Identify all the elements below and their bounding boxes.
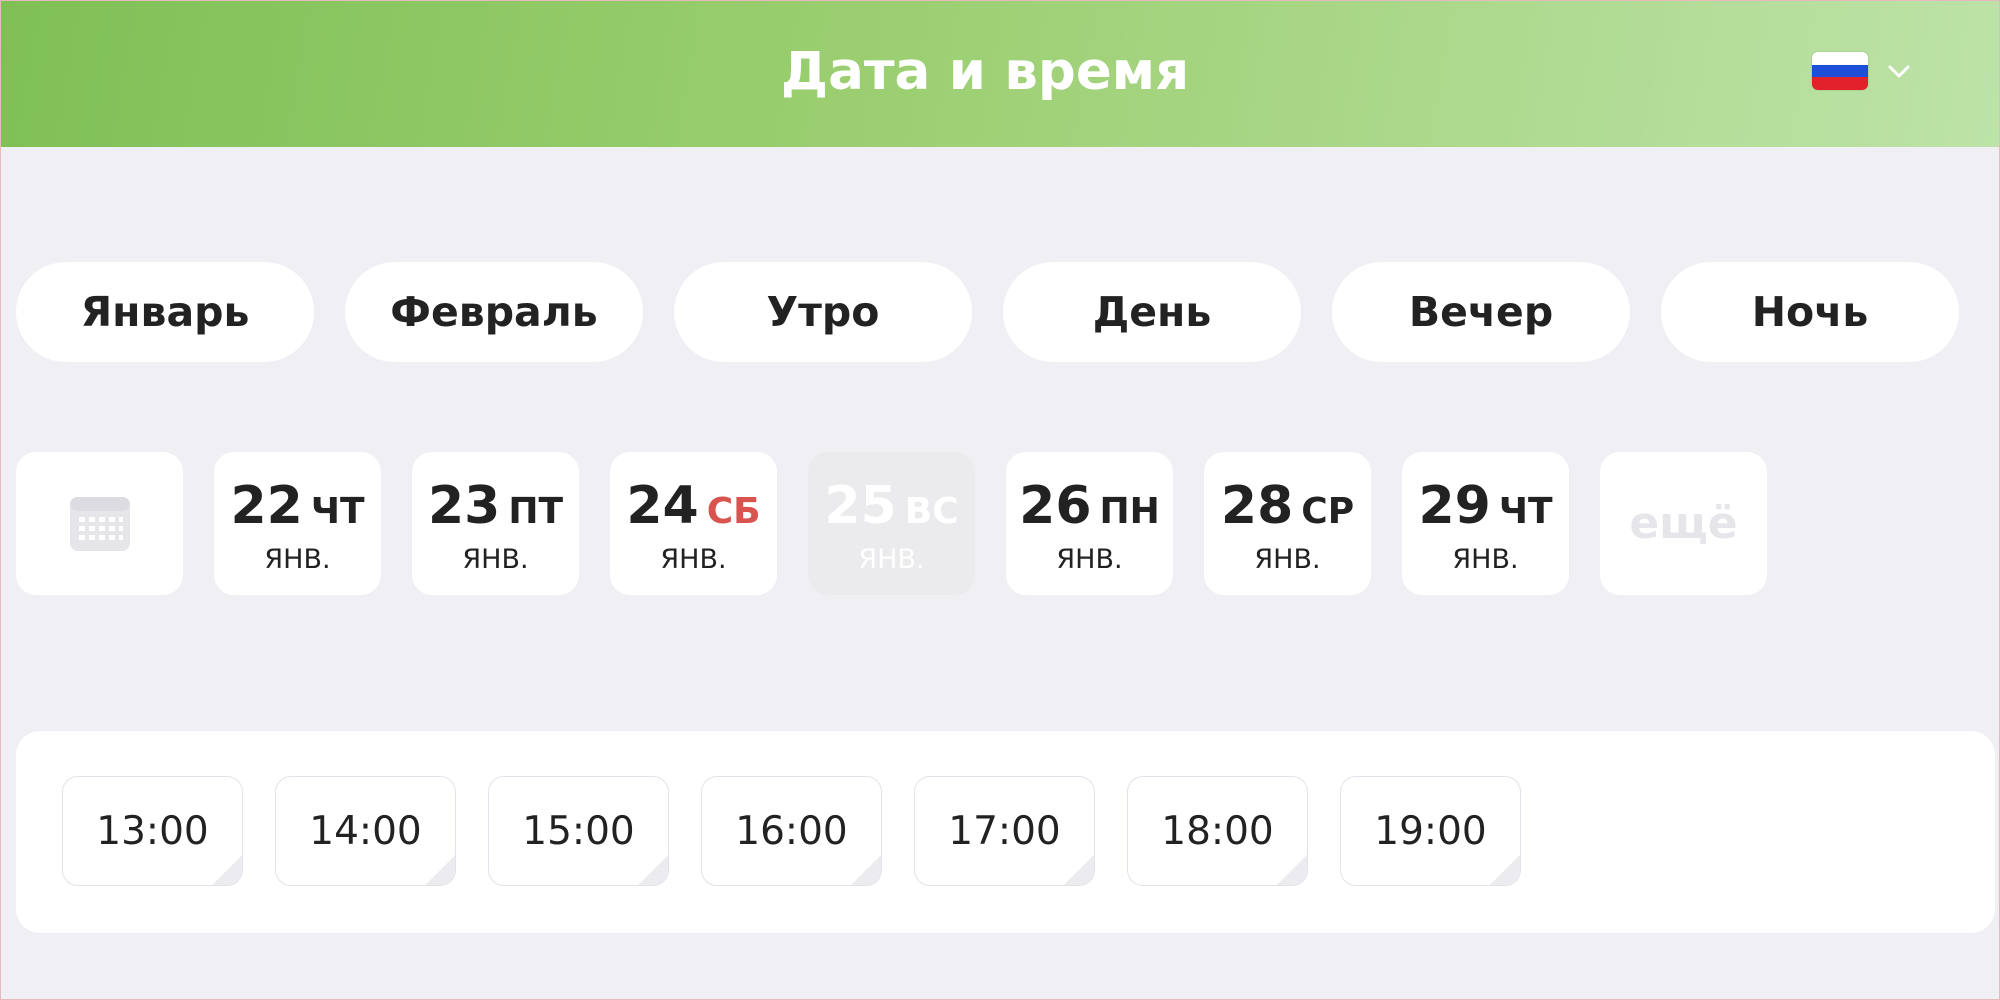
- time-slot-1600[interactable]: 16:00: [701, 776, 882, 886]
- time-slot-label: 18:00: [1161, 808, 1274, 854]
- date-day: 26: [1019, 476, 1092, 536]
- date-card-28[interactable]: 28 СР ЯНВ.: [1204, 452, 1371, 595]
- slot-corner-fold: [1490, 855, 1520, 885]
- time-slots-panel: 13:00 14:00 15:00 16:00 17:00 18:00 19:0…: [16, 731, 1995, 933]
- date-day: 28: [1220, 476, 1294, 536]
- time-slot-1800[interactable]: 18:00: [1127, 776, 1308, 886]
- date-day: 29: [1418, 476, 1491, 536]
- date-month: ЯНВ.: [462, 544, 529, 575]
- filter-night[interactable]: Ночь: [1661, 262, 1959, 362]
- time-slot-1300[interactable]: 13:00: [62, 776, 243, 886]
- date-weekday: ЧТ: [1498, 491, 1553, 532]
- language-selector[interactable]: [1812, 48, 1922, 94]
- date-card-29[interactable]: 29 ЧТ ЯНВ.: [1402, 452, 1569, 595]
- time-slot-label: 13:00: [96, 808, 209, 854]
- date-card-23[interactable]: 23 ПТ ЯНВ.: [412, 452, 579, 595]
- slot-corner-fold: [212, 855, 242, 885]
- calendar-button[interactable]: [16, 452, 183, 595]
- time-slot-1900[interactable]: 19:00: [1340, 776, 1521, 886]
- time-slot-label: 15:00: [522, 808, 635, 854]
- date-weekday: ПН: [1099, 491, 1160, 532]
- filter-evening[interactable]: Вечер: [1332, 262, 1630, 362]
- filter-pills: Январь Февраль Утро День Вечер Ночь: [16, 262, 1959, 362]
- filter-january[interactable]: Январь: [16, 262, 314, 362]
- date-card-26[interactable]: 26 ПН ЯНВ.: [1006, 452, 1173, 595]
- date-weekday: СБ: [706, 491, 761, 532]
- date-card-22[interactable]: 22 ЧТ ЯНВ.: [214, 452, 381, 595]
- date-month: ЯНВ.: [1254, 544, 1321, 575]
- time-slot-label: 14:00: [309, 808, 422, 854]
- time-slot-label: 19:00: [1374, 808, 1487, 854]
- date-month: ЯНВ.: [660, 544, 727, 575]
- time-slot-1500[interactable]: 15:00: [488, 776, 669, 886]
- slot-corner-fold: [1064, 855, 1094, 885]
- date-month: ЯНВ.: [1056, 544, 1123, 575]
- time-slot-1700[interactable]: 17:00: [914, 776, 1095, 886]
- date-month: ЯНВ.: [1452, 544, 1519, 575]
- date-weekday: ЧТ: [310, 491, 365, 532]
- time-slot-label: 17:00: [948, 808, 1061, 854]
- time-slots: 13:00 14:00 15:00 16:00 17:00 18:00 19:0…: [62, 776, 1521, 886]
- more-dates-button[interactable]: ещё: [1600, 452, 1767, 595]
- date-day: 25: [824, 476, 897, 536]
- filter-morning[interactable]: Утро: [674, 262, 972, 362]
- date-day: 23: [427, 476, 501, 536]
- date-day: 22: [230, 476, 303, 536]
- date-weekday: СР: [1301, 491, 1355, 532]
- slot-corner-fold: [851, 855, 881, 885]
- more-dates-label: ещё: [1629, 498, 1738, 549]
- date-weekday: ВС: [904, 491, 959, 532]
- date-selector: 22 ЧТ ЯНВ. 23 ПТ ЯНВ. 24 СБ ЯНВ. 25 ВС ЯНВ. …: [16, 452, 1767, 595]
- date-month: ЯНВ.: [264, 544, 331, 575]
- date-card-24[interactable]: 24 СБ ЯНВ.: [610, 452, 777, 595]
- calendar-icon: [69, 496, 130, 551]
- date-month: ЯНВ.: [858, 544, 925, 575]
- date-day: 24: [626, 476, 699, 536]
- page-title: Дата и время: [780, 41, 1190, 102]
- time-slot-1400[interactable]: 14:00: [275, 776, 456, 886]
- time-slot-label: 16:00: [735, 808, 848, 854]
- date-card-25-disabled: 25 ВС ЯНВ.: [808, 452, 975, 595]
- header-bar: Дата и время: [0, 0, 2000, 147]
- ru-flag-icon: [1812, 52, 1868, 90]
- chevron-down-icon: [1888, 65, 1910, 78]
- filter-day[interactable]: День: [1003, 262, 1301, 362]
- slot-corner-fold: [638, 855, 668, 885]
- slot-corner-fold: [1277, 855, 1307, 885]
- filter-february[interactable]: Февраль: [345, 262, 643, 362]
- slot-corner-fold: [425, 855, 455, 885]
- date-weekday: ПТ: [508, 491, 564, 532]
